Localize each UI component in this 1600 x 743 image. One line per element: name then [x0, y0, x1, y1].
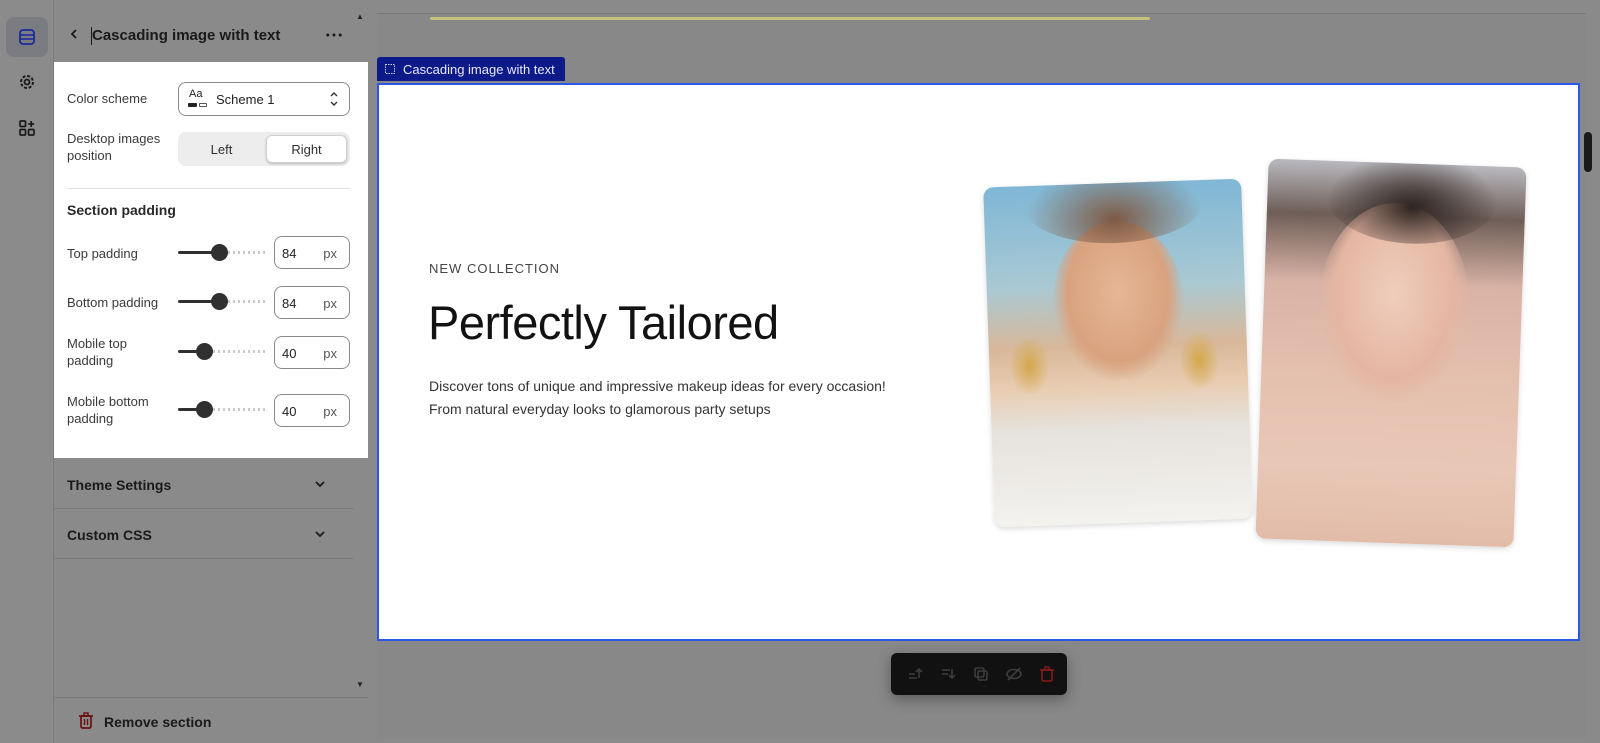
scroll-down-arrow-icon[interactable]: ▼ [356, 680, 364, 689]
trash-icon [79, 712, 93, 729]
chevron-down-icon [315, 481, 325, 488]
top-padding-label: Top padding [67, 246, 138, 261]
previous-section-edge [430, 17, 1150, 20]
description: Discover tons of unique and impressive m… [429, 378, 886, 417]
images-position-label: Desktop images position [67, 131, 161, 163]
bottom-padding-slider[interactable] [178, 291, 268, 311]
mobile-top-padding-slider[interactable] [178, 341, 268, 361]
sections-icon [19, 29, 35, 45]
chevron-down-icon [315, 531, 325, 538]
theme-settings-button[interactable] [6, 62, 48, 102]
images-position-toggle: Left Right [178, 132, 350, 166]
preview-top-frame [377, 0, 1586, 14]
section-toolbar [891, 653, 1067, 695]
more-options-button[interactable] [320, 24, 348, 46]
bottom-padding-input[interactable]: 84 px [274, 286, 350, 319]
eyebrow-text: NEW COLLECTION [429, 261, 561, 276]
mobile-bottom-padding-input[interactable]: 40 px [274, 394, 350, 427]
mobile-top-padding-label: Mobile top padding [67, 336, 127, 368]
theme-settings-accordion[interactable]: Theme Settings [54, 459, 354, 509]
section-padding-heading: Section padding [67, 202, 176, 218]
headline: Perfectly Tailored [428, 296, 779, 349]
sections-button[interactable] [6, 17, 48, 57]
top-padding-input[interactable]: 84 px [274, 236, 350, 269]
chevron-left-icon [70, 29, 77, 39]
icon-rail [0, 0, 54, 743]
model-image-left [983, 178, 1253, 528]
slider-thumb[interactable] [210, 244, 228, 261]
settings-card: Color scheme Aa Scheme 1 Desktop images … [54, 62, 368, 458]
position-right-option[interactable]: Right [266, 135, 347, 163]
hide-icon[interactable] [1004, 664, 1024, 684]
mobile-bottom-padding-label: Mobile bottom padding [67, 394, 149, 426]
color-scheme-select[interactable]: Aa Scheme 1 [178, 82, 350, 116]
sections-icon [385, 64, 395, 74]
select-updown-icon [330, 92, 338, 106]
gear-icon [20, 75, 34, 89]
panel-header: Cascading image with text ▲ [54, 0, 368, 62]
panel-title[interactable]: Cascading image with text [92, 27, 280, 44]
mobile-bottom-padding-slider[interactable] [178, 399, 268, 419]
delete-icon[interactable] [1037, 664, 1057, 684]
slider-thumb[interactable] [196, 401, 214, 418]
section-settings-panel: Cascading image with text ▲ Color scheme… [54, 0, 368, 743]
scroll-up-arrow-icon[interactable]: ▲ [356, 12, 364, 21]
move-down-icon[interactable] [938, 664, 958, 684]
model-image-right [1255, 158, 1527, 548]
section-tag[interactable]: Cascading image with text [377, 57, 565, 81]
preview-scrollbar[interactable] [1584, 132, 1592, 172]
back-button[interactable] [64, 24, 84, 44]
move-up-icon[interactable] [905, 664, 925, 684]
cascading-image-section[interactable]: NEW COLLECTION Perfectly Tailored Discov… [377, 83, 1580, 641]
color-scheme-swatch-icon: Aa [188, 88, 208, 109]
slider-thumb[interactable] [196, 343, 214, 360]
duplicate-icon[interactable] [971, 664, 991, 684]
color-scheme-value: Scheme 1 [216, 92, 275, 107]
more-horizontal-icon [326, 33, 342, 37]
divider [67, 188, 350, 189]
mobile-top-padding-input[interactable]: 40 px [274, 336, 350, 369]
color-scheme-label: Color scheme [67, 91, 148, 106]
remove-section-button[interactable]: Remove section [54, 697, 368, 743]
position-left-option[interactable]: Left [181, 135, 262, 163]
apps-icon [19, 120, 35, 136]
bottom-padding-label: Bottom padding [67, 295, 159, 310]
apps-button[interactable] [6, 108, 48, 148]
custom-css-accordion[interactable]: Custom CSS [54, 509, 354, 559]
top-padding-slider[interactable] [178, 242, 268, 262]
slider-thumb[interactable] [210, 293, 228, 310]
